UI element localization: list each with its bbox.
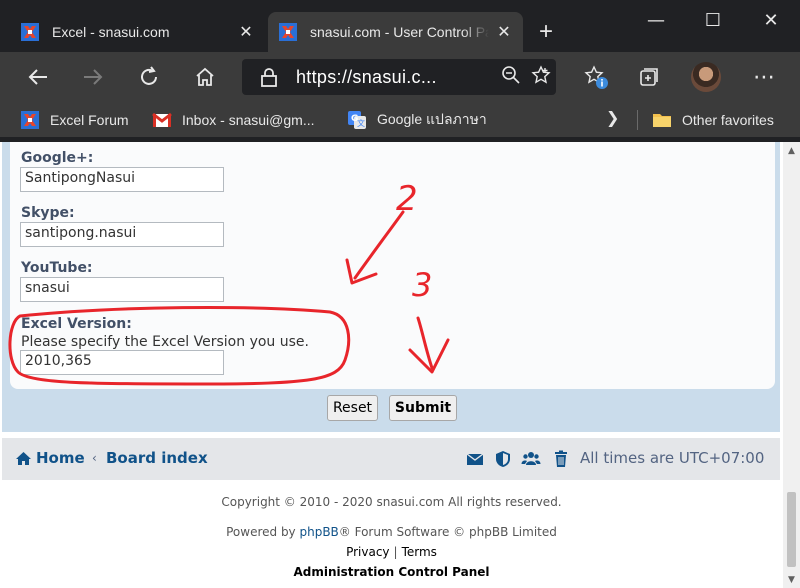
page-viewport: Google+: SantipongNasui Skype: santipong… — [0, 142, 783, 588]
powered-prefix: Powered by — [226, 525, 300, 539]
favorites-icon — [584, 65, 608, 89]
link-separator: | — [393, 545, 398, 559]
favorite-label: Excel Forum — [50, 112, 129, 128]
timezone-text: All times are UTC+07:00 — [580, 449, 765, 467]
snasui-icon — [20, 22, 40, 42]
close-icon[interactable]: ✕ — [237, 23, 255, 41]
favorite-inbox[interactable]: Inbox - snasui@gm... — [152, 108, 315, 132]
shield-icon[interactable] — [493, 449, 513, 469]
skype-label: Skype: — [21, 205, 75, 221]
favorites-bar: Excel Forum Inbox - snasui@gm... G文 Goog… — [0, 102, 800, 138]
home-button[interactable] — [189, 61, 221, 93]
url-text: https://snasui.c... — [296, 66, 437, 87]
browser-toolbar: https://snasui.c... ⋯ — [0, 52, 800, 102]
close-icon[interactable]: ✕ — [495, 23, 513, 41]
policy-links: Privacy | Terms — [0, 545, 783, 559]
board-index-link[interactable]: Board index — [106, 449, 208, 467]
arrow-left-icon — [28, 69, 47, 85]
favorite-excel-forum[interactable]: Excel Forum — [20, 108, 129, 132]
excel-version-input[interactable]: 2010,365 — [20, 350, 224, 375]
scroll-thumb[interactable] — [787, 492, 796, 567]
privacy-link[interactable]: Privacy — [346, 545, 389, 559]
excel-version-label: Excel Version: — [21, 316, 132, 332]
users-icon[interactable] — [521, 449, 541, 469]
profile-form-panel: Google+: SantipongNasui Skype: santipong… — [10, 142, 775, 389]
minimize-button[interactable]: — — [626, 0, 686, 40]
favorite-label: Google แปลภาษา — [377, 111, 487, 127]
powered-by-text: Powered by phpBB® Forum Software © phpBB… — [0, 525, 783, 539]
other-favorites[interactable]: Other favorites — [652, 108, 774, 132]
tab-title: snasui.com - User Control Panel — [310, 24, 489, 40]
other-favorites-label: Other favorites — [682, 112, 774, 128]
collections-icon — [640, 68, 658, 86]
chevron-left-icon: ‹ — [92, 451, 97, 465]
googleplus-label: Google+: — [21, 150, 94, 166]
svg-text:文: 文 — [357, 118, 365, 128]
lock-icon — [261, 68, 277, 87]
form-wrapper: Google+: SantipongNasui Skype: santipong… — [2, 142, 780, 432]
snasui-icon — [21, 111, 39, 129]
zoom-icon[interactable] — [496, 65, 526, 90]
googleplus-input[interactable]: SantipongNasui — [20, 167, 224, 192]
admin-control-panel-link[interactable]: Administration Control Panel — [0, 565, 783, 579]
tab-title: Excel - snasui.com — [52, 24, 170, 40]
copyright-text: Copyright © 2010 - 2020 snasui.com All r… — [221, 495, 562, 509]
arrow-right-icon — [84, 69, 103, 85]
favorite-google-translate[interactable]: G文 Google แปลภาษา — [347, 108, 487, 132]
favorite-star-icon[interactable] — [526, 64, 556, 90]
tab-strip: Excel - snasui.com ✕ snasui.com - User C… — [0, 0, 800, 52]
phpbb-link[interactable]: phpBB — [299, 525, 338, 539]
maximize-button[interactable]: ☐ — [683, 0, 743, 40]
tab-excel[interactable]: Excel - snasui.com ✕ — [10, 12, 265, 52]
refresh-button[interactable] — [133, 61, 165, 93]
address-bar[interactable]: https://snasui.c... — [242, 59, 556, 95]
close-window-button[interactable]: ✕ — [741, 0, 800, 40]
profile-avatar[interactable] — [691, 62, 721, 92]
forward-button[interactable] — [77, 61, 109, 93]
chevron-right-icon[interactable]: ❯ — [606, 108, 619, 127]
favorites-button[interactable] — [580, 61, 612, 93]
gmail-icon — [152, 112, 172, 127]
excel-version-description: Please specify the Excel Version you use… — [21, 334, 309, 350]
youtube-input[interactable]: snasui — [20, 277, 224, 302]
favorite-label: Inbox - snasui@gm... — [182, 112, 315, 128]
envelope-icon[interactable] — [465, 449, 485, 469]
forum-navbar: Home ‹ Board index All times are UTC+07:… — [2, 438, 780, 480]
back-button[interactable] — [22, 61, 54, 93]
submit-button[interactable]: Submit — [389, 395, 457, 421]
new-tab-button[interactable]: + — [532, 18, 560, 46]
google-translate-icon: G文 — [348, 111, 366, 129]
terms-link[interactable]: Terms — [402, 545, 437, 559]
settings-menu-button[interactable]: ⋯ — [748, 61, 780, 93]
folder-icon — [653, 114, 671, 127]
snasui-icon — [278, 22, 298, 42]
scroll-down-arrow-icon[interactable]: ▼ — [783, 571, 800, 588]
tab-user-control-panel[interactable]: snasui.com - User Control Panel ✕ — [268, 12, 523, 52]
reset-button[interactable]: Reset — [327, 395, 378, 421]
page-scrollbar[interactable]: ▲ ▼ — [783, 142, 800, 588]
trash-icon[interactable] — [551, 449, 571, 469]
home-link[interactable]: Home — [15, 449, 85, 467]
refresh-icon — [141, 66, 157, 85]
home-icon — [16, 451, 31, 465]
page-content: Google+: SantipongNasui Skype: santipong… — [0, 142, 800, 588]
youtube-label: YouTube: — [21, 260, 93, 276]
home-icon — [196, 67, 214, 86]
skype-input[interactable]: santipong.nasui — [20, 222, 224, 247]
home-label: Home — [36, 449, 85, 467]
scroll-up-arrow-icon[interactable]: ▲ — [783, 142, 800, 159]
powered-suffix: ® Forum Software © phpBB Limited — [338, 525, 557, 539]
favorites-divider — [637, 110, 638, 130]
collections-button[interactable] — [633, 61, 665, 93]
